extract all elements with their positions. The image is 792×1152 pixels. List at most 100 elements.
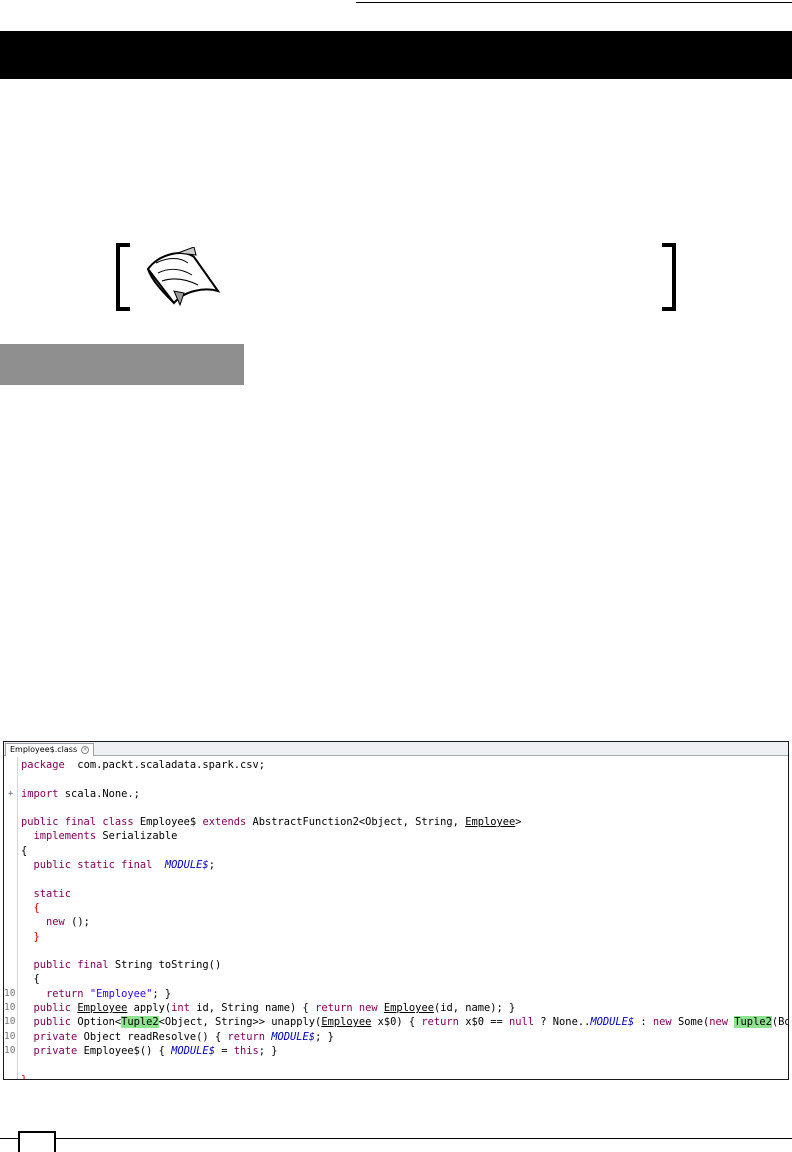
code-token: id, String name) { <box>189 1002 316 1015</box>
code-token: (); <box>64 916 90 929</box>
code-token: MODULE$ <box>590 1016 635 1029</box>
code-token: Employee <box>465 816 516 829</box>
code-token: (BoxesR <box>771 1016 789 1029</box>
code-token: public <box>33 1002 72 1015</box>
code-token: static <box>33 887 72 900</box>
code-token: scala.None.; <box>58 787 140 800</box>
line-number: 10 <box>4 1016 16 1028</box>
code-token: private <box>33 1044 78 1057</box>
code-token: null <box>509 1016 535 1029</box>
code-area[interactable]: package com.packt.scaladata.spark.csv; + i… <box>4 758 789 1080</box>
code-token: return new <box>315 1002 378 1015</box>
line-number: 10 <box>4 987 16 999</box>
code-token: implements <box>33 830 97 843</box>
code-token: Option< <box>71 1016 122 1029</box>
code-line: } <box>21 1073 788 1080</box>
code-line: { <box>21 901 788 915</box>
code-token: <Object, String>> unapply( <box>158 1016 322 1029</box>
code-token: (id, name); } <box>433 1002 516 1015</box>
code-line: new (); <box>21 915 788 929</box>
footer-rule <box>0 1138 792 1139</box>
code-token: MODULE$ <box>171 1044 215 1057</box>
code-token: return <box>46 987 84 1000</box>
editor-tab[interactable]: Employee$.class × <box>5 743 95 756</box>
code-token: Tuple2 <box>121 1016 159 1029</box>
code-token: } <box>21 1073 28 1080</box>
code-token: public static final <box>33 859 153 872</box>
code-token: Employee <box>383 1002 434 1015</box>
code-token: MODULE$ <box>271 1030 316 1043</box>
section-heading-bar <box>0 344 244 385</box>
code-token: ; } <box>315 1030 334 1043</box>
code-token: public final <box>33 959 109 972</box>
code-line: 10 private Employee$() { MODULE$ = this;… <box>4 1044 788 1058</box>
code-line: implements Serializable <box>21 829 788 843</box>
code-token: Employee <box>77 1002 128 1015</box>
code-token: { <box>33 901 40 914</box>
notes-icon <box>146 247 221 307</box>
code-token: import <box>21 787 59 800</box>
fold-toggle-icon[interactable]: + <box>8 787 13 801</box>
page-number-box <box>18 1131 56 1152</box>
code-token: x$0) { <box>371 1016 422 1029</box>
code-token: Employee$() { <box>77 1044 172 1057</box>
note-callout <box>116 243 676 311</box>
code-token: ? None.. <box>534 1016 591 1029</box>
code-line: 10 private Object readResolve() { return… <box>4 1030 788 1044</box>
code-token: com.packt.scaladata.spark.csv; <box>64 759 265 771</box>
code-token: new <box>652 1016 672 1029</box>
code-token: ; } <box>258 1044 278 1057</box>
code-line: 10 return "Employee"; } <box>4 987 788 1001</box>
code-line: public final class Employee$ extends Abs… <box>21 815 788 829</box>
code-line: package com.packt.scaladata.spark.csv; <box>21 758 788 772</box>
code-token: "Employee" <box>89 987 153 1000</box>
code-line: + import scala.None.; <box>8 787 788 801</box>
left-bracket <box>116 243 130 311</box>
code-token: > <box>515 816 522 829</box>
code-token: } <box>33 930 40 943</box>
code-token: public <box>33 1016 72 1029</box>
code-token: String toString() <box>108 959 222 972</box>
code-token: ; } <box>152 987 172 1000</box>
code-token: apply( <box>127 1002 172 1015</box>
code-token: Object readResolve() { <box>77 1030 228 1043</box>
code-line: { <box>21 844 788 858</box>
close-icon[interactable]: × <box>81 746 90 754</box>
code-line: 10 public Option<Tuple2<Object, String>>… <box>4 1015 789 1029</box>
line-number: 10 <box>4 1044 16 1056</box>
line-number: 10 <box>4 1002 16 1014</box>
line-number: 10 <box>4 1030 16 1042</box>
code-token: return <box>421 1016 459 1029</box>
code-editor-screenshot: Employee$.class × package com.packt.scal… <box>3 741 789 1080</box>
chapter-heading-bar <box>0 31 792 79</box>
code-token: return <box>227 1030 265 1043</box>
code-token: int <box>171 1002 190 1015</box>
code-line: } <box>21 930 788 944</box>
code-token: = <box>214 1044 234 1057</box>
editor-tab-strip: Employee$.class × <box>4 742 788 756</box>
code-token: public final class <box>21 816 134 829</box>
code-token: { <box>21 844 28 857</box>
code-token: new <box>46 916 65 929</box>
code-line: public final String toString() <box>21 958 788 972</box>
code-token: Tuple2 <box>734 1016 772 1029</box>
code-token: : <box>634 1016 653 1029</box>
code-token: new <box>709 1016 729 1029</box>
tab-label: Employee$.class <box>10 745 78 754</box>
